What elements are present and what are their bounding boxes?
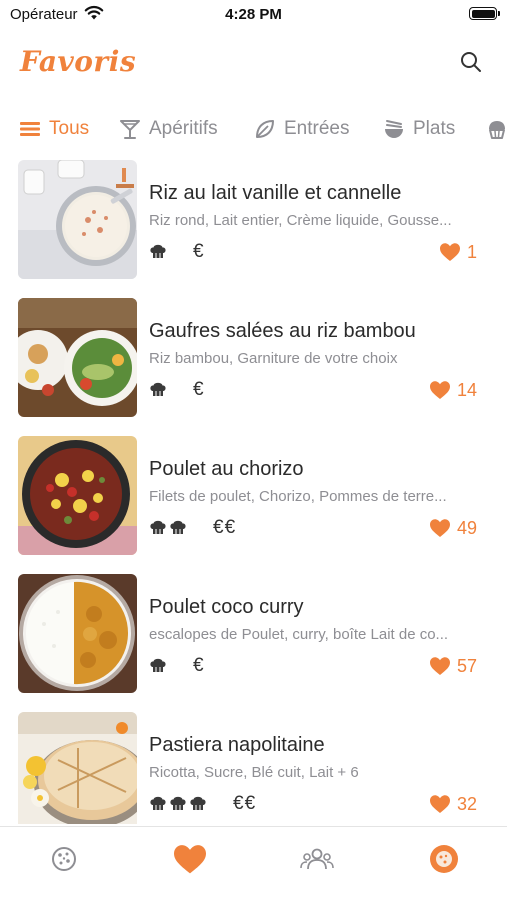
recipe-row[interactable]: Riz au lait vanille et cannelle Riz rond… (0, 158, 507, 296)
like-button[interactable]: 1 (439, 240, 477, 264)
cupcake-icon (485, 117, 507, 141)
community-icon (300, 848, 334, 870)
price-level: €€ (213, 517, 237, 538)
heart-icon (439, 243, 460, 261)
recipe-meta: €€ (149, 516, 236, 540)
recipe-photo (18, 436, 137, 555)
like-button[interactable]: 32 (429, 792, 477, 816)
price-level: €€ (233, 793, 257, 814)
recipe-photo (18, 160, 137, 279)
difficulty-rating (149, 381, 167, 399)
recipe-row[interactable]: Gaufres salées au riz bambou Riz bambou,… (0, 296, 507, 434)
recipe-row[interactable]: Poulet au chorizo Filets de poulet, Chor… (0, 434, 507, 572)
status-bar: Opérateur 4:28 PM (0, 0, 507, 28)
recipe-ingredients: escalopes de Poulet, curry, boîte Lait d… (149, 626, 449, 643)
recipe-ingredients: Riz bambou, Garniture de votre choix (149, 350, 398, 367)
status-time: 4:28 PM (225, 6, 282, 23)
recipe-meta: € (149, 654, 205, 678)
tab-recipes[interactable] (44, 839, 84, 879)
heart-icon (429, 381, 450, 399)
recipe-photo (18, 712, 137, 824)
profile-icon (430, 845, 458, 873)
tab-plats[interactable]: Plats (382, 108, 455, 150)
tab-aperitifs[interactable]: Apéritifs (118, 108, 218, 150)
tab-label: Apéritifs (149, 118, 218, 139)
recipe-list: Riz au lait vanille et cannelle Riz rond… (0, 158, 507, 824)
heart-icon (429, 795, 450, 813)
chef-hat-icon (170, 796, 186, 810)
price-level: € (193, 655, 205, 676)
tab-label: Tous (49, 118, 90, 139)
like-count: 32 (456, 793, 477, 814)
recipe-title: Gaufres salées au riz bambou (149, 320, 416, 342)
recipe-ingredients: Riz rond, Lait entier, Crème liquide, Go… (149, 212, 452, 229)
recipe-photo (18, 574, 137, 693)
like-count: 49 (456, 517, 477, 538)
chef-hat-icon (190, 796, 206, 810)
header: Favoris (0, 40, 507, 92)
recipe-title: Riz au lait vanille et cannelle (149, 182, 402, 204)
leaf-icon (253, 117, 277, 141)
recipe-title: Poulet au chorizo (149, 458, 304, 480)
heart-icon (174, 845, 206, 874)
category-tabs: Tous Apéritifs Entrées Plats (0, 108, 507, 150)
chef-hat-icon (150, 520, 166, 534)
chef-hat-icon (150, 658, 166, 672)
chef-hat-icon (150, 244, 166, 258)
tab-label: Plats (413, 118, 456, 139)
like-button[interactable]: 14 (429, 378, 477, 402)
heart-icon (429, 519, 450, 537)
battery-icon (469, 7, 500, 20)
recipe-ingredients: Ricotta, Sucre, Blé cuit, Lait + 6 (149, 764, 359, 781)
recipe-meta: €€ (149, 792, 256, 816)
tab-entrees[interactable]: Entrées (253, 108, 349, 150)
chef-hat-icon (170, 520, 186, 534)
chef-hat-icon (150, 796, 166, 810)
list-icon (18, 117, 42, 141)
bottom-tab-bar (0, 826, 507, 900)
tab-tous[interactable]: Tous (18, 108, 89, 150)
like-button[interactable]: 57 (429, 654, 477, 678)
recipe-title: Pastiera napolitaine (149, 734, 325, 756)
tab-favorites[interactable] (170, 839, 210, 879)
recipe-ingredients: Filets de poulet, Chorizo, Pommes de ter… (149, 488, 447, 505)
tab-desserts[interactable] (485, 108, 507, 150)
difficulty-rating (149, 243, 167, 261)
recipe-meta: € (149, 378, 205, 402)
recipe-title: Poulet coco curry (149, 596, 304, 618)
bowl-icon (382, 117, 406, 141)
tab-profile[interactable] (424, 839, 464, 879)
like-count: 57 (456, 655, 477, 676)
like-count: 1 (466, 241, 477, 262)
recipe-meta: € (149, 240, 205, 264)
tab-label: Entrées (284, 118, 350, 139)
recipe-photo (18, 298, 137, 417)
heart-icon (429, 657, 450, 675)
chef-hat-icon (150, 382, 166, 396)
search-button[interactable] (459, 50, 483, 74)
difficulty-rating (149, 657, 167, 675)
difficulty-rating (149, 795, 207, 813)
cookie-icon (52, 847, 76, 871)
tab-community[interactable] (297, 839, 337, 879)
page-title: Favoris (20, 45, 137, 78)
cocktail-glass-icon (118, 117, 142, 141)
recipe-row[interactable]: Pastiera napolitaine Ricotta, Sucre, Blé… (0, 710, 507, 824)
like-button[interactable]: 49 (429, 516, 477, 540)
difficulty-rating (149, 519, 187, 537)
like-count: 14 (456, 379, 477, 400)
recipe-row[interactable]: Poulet coco curry escalopes de Poulet, c… (0, 572, 507, 710)
price-level: € (193, 379, 205, 400)
price-level: € (193, 241, 205, 262)
search-icon (461, 52, 481, 72)
